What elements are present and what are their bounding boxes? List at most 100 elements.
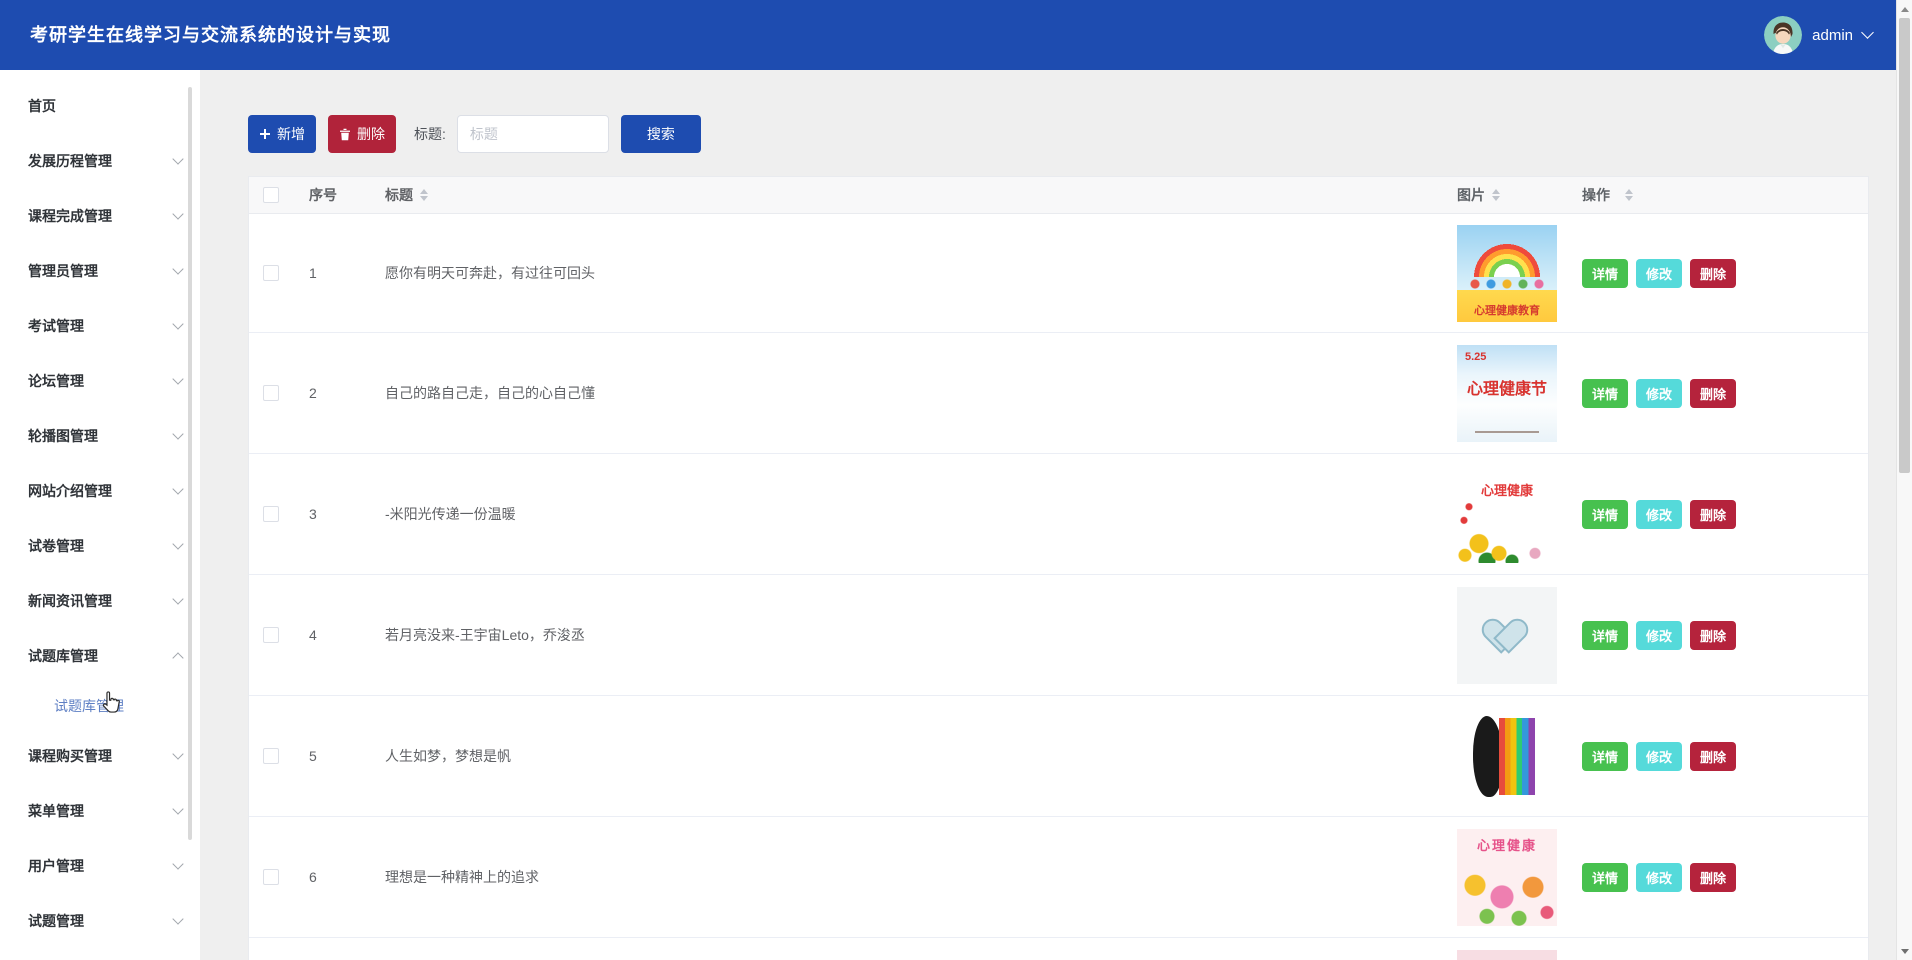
detail-button[interactable]: 详情 xyxy=(1582,499,1629,529)
column-header-index: 序号 xyxy=(309,187,337,203)
scrollbar-thumb[interactable] xyxy=(1899,18,1910,473)
sidebar-item[interactable]: 课程购买管理 xyxy=(0,728,200,783)
select-all-checkbox[interactable] xyxy=(263,187,279,203)
chevron-down-icon xyxy=(172,428,184,440)
title-field-label: 标题: xyxy=(414,126,446,142)
table-body: 1 愿你有明天可奔赴，有过往可回头 心理健康教育 详情 修改 删除 2 自己的路自己走，自己的… xyxy=(249,214,1868,960)
sidebar-item[interactable]: 首页 xyxy=(0,78,200,133)
app-header: 考研学生在线学习与交流系统的设计与实现 admin xyxy=(0,0,1896,70)
edit-button[interactable]: 修改 xyxy=(1636,620,1683,650)
sidebar-item-label: 试题库管理 xyxy=(28,647,98,664)
chevron-down-icon xyxy=(172,208,184,220)
detail-button[interactable]: 详情 xyxy=(1582,258,1629,288)
sort-carets-icon[interactable] xyxy=(1492,189,1500,201)
batch-delete-button[interactable]: 删除 xyxy=(328,115,396,153)
edit-button[interactable]: 修改 xyxy=(1636,862,1683,892)
sidebar-item[interactable]: 试卷管理 xyxy=(0,518,200,573)
edit-button[interactable]: 修改 xyxy=(1636,378,1683,408)
sidebar-item[interactable]: 课程完成管理 xyxy=(0,188,200,243)
row-actions: 详情 修改 删除 xyxy=(1570,862,1866,892)
row-actions: 详情 修改 删除 xyxy=(1570,378,1866,408)
scroll-down-arrow[interactable] xyxy=(1897,943,1912,959)
sidebar-item-label: 课程购买管理 xyxy=(28,747,112,764)
image-caption: 心理健康节 xyxy=(1466,380,1547,398)
chevron-up-icon xyxy=(172,651,184,664)
column-header-title: 标题 xyxy=(375,185,1439,205)
row-checkbox[interactable] xyxy=(263,265,279,281)
row-actions: 详情 修改 删除 xyxy=(1570,499,1866,529)
sidebar-item[interactable]: 菜单管理 xyxy=(0,783,200,838)
sidebar-menu: 首页发展历程管理 课程完成管理 管理员管理 考试管理论坛管理轮播图管理网站介绍管理试卷… xyxy=(0,70,200,948)
sidebar-item[interactable]: 用户管理 xyxy=(0,838,200,893)
sidebar-item[interactable]: 试题库管理 xyxy=(0,628,200,683)
row-image xyxy=(1457,707,1557,805)
sidebar-item-label: 轮播图管理 xyxy=(28,427,98,444)
sidebar-item[interactable]: 管理员管理 xyxy=(0,243,200,298)
row-checkbox[interactable] xyxy=(263,627,279,643)
sidebar-item-label: 论坛管理 xyxy=(28,372,84,389)
sort-carets-icon[interactable] xyxy=(420,189,428,201)
plus-icon xyxy=(260,129,270,139)
delete-button[interactable]: 删除 xyxy=(1690,620,1737,650)
delete-button[interactable]: 删除 xyxy=(1690,862,1737,892)
row-image: 心理健康教育 xyxy=(1457,224,1557,322)
row-title: -米阳光传递一份温暖 xyxy=(385,506,516,522)
column-header-actions: 操作 xyxy=(1570,185,1866,205)
delete-button[interactable]: 删除 xyxy=(1690,499,1737,529)
row-checkbox[interactable] xyxy=(263,869,279,885)
row-checkbox[interactable] xyxy=(263,506,279,522)
sidebar-item[interactable]: 考试管理 xyxy=(0,298,200,353)
sidebar-scrollbar[interactable] xyxy=(188,87,192,840)
image-caption: 心理健康 xyxy=(1480,482,1533,498)
row-index: 2 xyxy=(309,385,317,401)
chevron-down-icon xyxy=(172,483,184,495)
sidebar-item-label: 首页 xyxy=(28,97,56,114)
sidebar-item[interactable]: 论坛管理 xyxy=(0,353,200,408)
table-row: 2 自己的路自己走，自己的心自己懂 心理健康节 5.25 详情 修改 删除 xyxy=(249,333,1868,454)
table-row: 6 理想是一种精神上的追求 心理健康 详情 修改 删除 xyxy=(249,817,1868,938)
row-checkbox[interactable] xyxy=(263,385,279,401)
row-image: 心理健康 xyxy=(1457,828,1557,926)
row-checkbox[interactable] xyxy=(263,748,279,764)
detail-button[interactable]: 详情 xyxy=(1582,378,1629,408)
sidebar-item-label: 试卷管理 xyxy=(28,537,84,554)
chevron-down-icon xyxy=(172,538,184,550)
sidebar-item[interactable]: 网站介绍管理 xyxy=(0,463,200,518)
chevron-down-icon xyxy=(172,153,184,165)
title-search-input[interactable] xyxy=(456,115,609,153)
sidebar-item[interactable]: 新闻资讯管理 xyxy=(0,573,200,628)
sidebar-item[interactable]: 轮播图管理 xyxy=(0,408,200,463)
row-actions: 详情 修改 删除 xyxy=(1570,741,1866,771)
sort-carets-icon[interactable] xyxy=(1625,189,1633,201)
sidebar-item[interactable]: 发展历程管理 xyxy=(0,133,200,188)
chevron-down-icon xyxy=(172,373,184,385)
cursor-hand-icon xyxy=(100,690,122,719)
chevron-down-icon xyxy=(172,748,184,760)
page-title: 考研学生在线学习与交流系统的设计与实现 xyxy=(30,25,391,45)
search-button[interactable]: 搜索 xyxy=(620,115,701,153)
sidebar: 首页发展历程管理 课程完成管理 管理员管理 考试管理论坛管理轮播图管理网站介绍管理试卷… xyxy=(0,70,200,960)
detail-button[interactable]: 详情 xyxy=(1582,862,1629,892)
edit-button[interactable]: 修改 xyxy=(1636,741,1683,771)
edit-button[interactable]: 修改 xyxy=(1636,499,1683,529)
avatar[interactable] xyxy=(1764,16,1803,54)
detail-button[interactable]: 详情 xyxy=(1582,620,1629,650)
row-index: 3 xyxy=(309,506,317,522)
user-menu[interactable]: admin xyxy=(1764,0,1874,70)
row-index: 6 xyxy=(309,869,317,885)
chevron-down-icon xyxy=(172,858,184,870)
chevron-down-icon xyxy=(1861,26,1874,39)
sidebar-item[interactable]: 试题管理 xyxy=(0,893,200,948)
edit-button[interactable]: 修改 xyxy=(1636,258,1683,288)
row-index: 1 xyxy=(309,265,317,281)
image-caption: 心理健康教育 xyxy=(1474,304,1540,317)
detail-button[interactable]: 详情 xyxy=(1582,741,1629,771)
delete-button[interactable]: 删除 xyxy=(1690,258,1737,288)
table-header-row: 序号 标题 图片 操作 xyxy=(249,177,1868,214)
row-actions: 详情 修改 删除 xyxy=(1570,258,1866,288)
delete-button[interactable]: 删除 xyxy=(1690,741,1737,771)
scroll-up-arrow[interactable] xyxy=(1897,1,1912,17)
delete-button[interactable]: 删除 xyxy=(1690,378,1737,408)
add-button[interactable]: 新增 xyxy=(248,115,316,153)
page-scrollbar xyxy=(1896,0,1912,960)
